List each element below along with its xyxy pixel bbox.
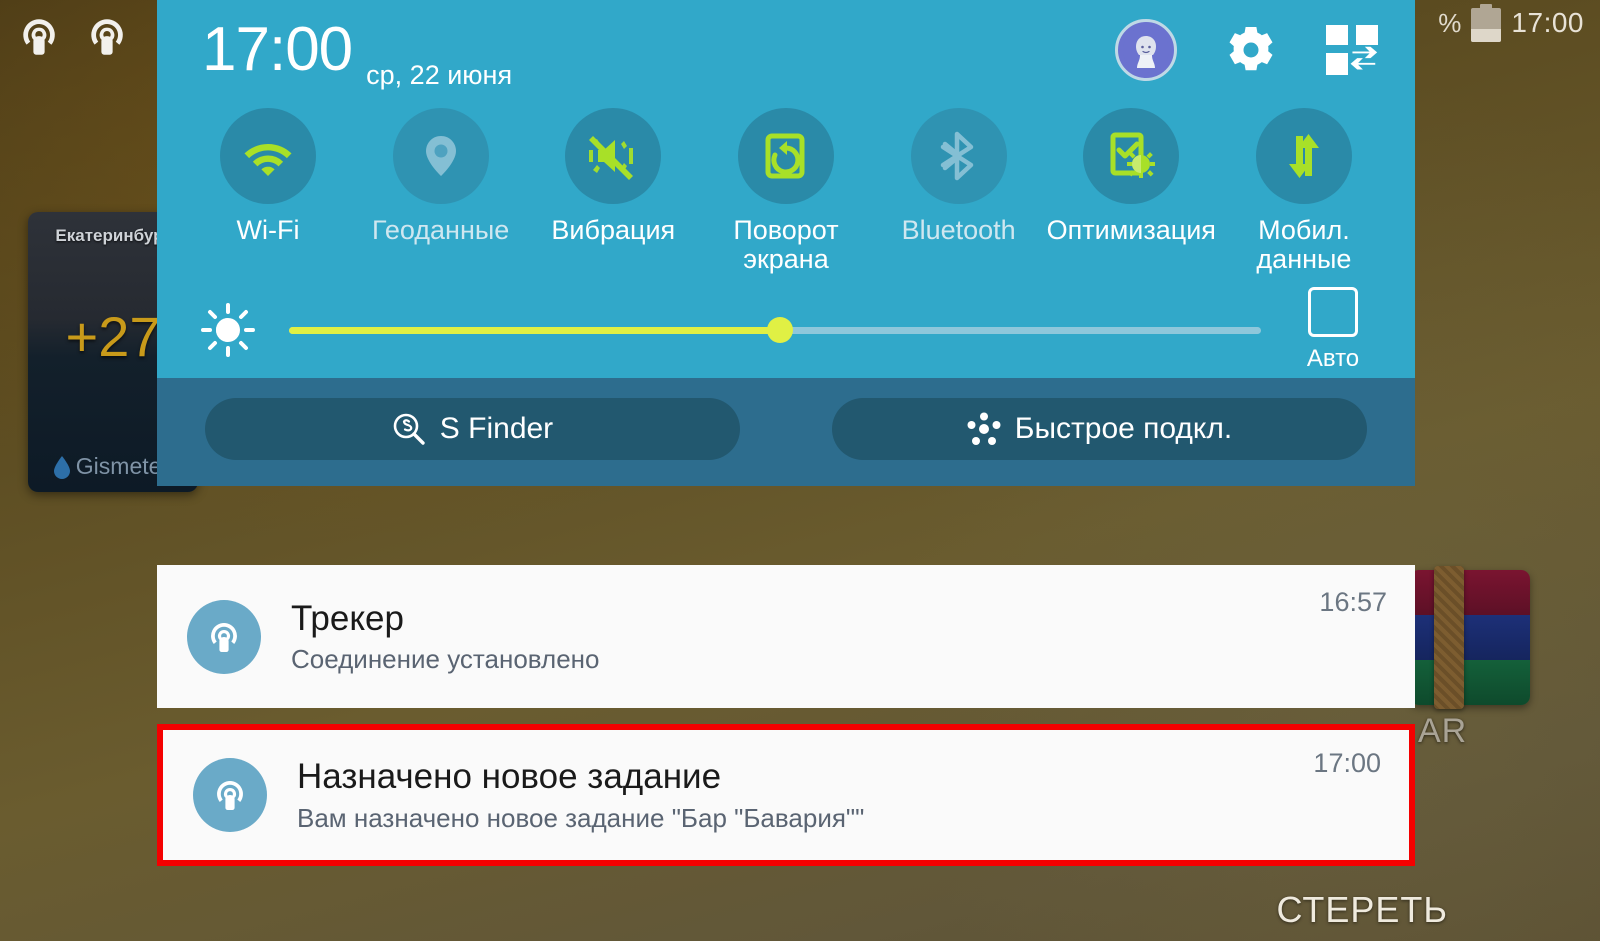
clear-notifications-button[interactable]: СТЕРЕТЬ — [1277, 889, 1448, 931]
notification-time: 16:57 — [1319, 587, 1387, 617]
rotate-icon — [765, 133, 805, 179]
gear-icon[interactable] — [1223, 22, 1279, 78]
toggle-label: Wi-Fi — [236, 215, 300, 245]
quick-settings-header: 17:00 ср, 22 июня — [157, 0, 1415, 100]
slider-thumb[interactable] — [766, 317, 793, 344]
auto-brightness-toggle[interactable]: Авто — [1287, 287, 1379, 373]
toggle-vibrate[interactable]: Вибрация — [538, 108, 688, 274]
quick-connect-icon — [967, 412, 1001, 446]
quick-settings-bottom: S Finder Быстрое подкл. — [157, 378, 1415, 487]
notification-subtitle: Вам назначено новое задание "Бар "Бавари… — [297, 802, 865, 833]
brightness-row: Авто — [157, 282, 1415, 378]
tracker-broadcast-icon — [187, 599, 261, 674]
toggle-wifi[interactable]: Wi-Fi — [193, 108, 343, 274]
toggle-label: Геоданные — [372, 215, 510, 245]
notification-title: Трекер — [291, 598, 404, 638]
tracker-broadcast-icon — [12, 8, 66, 62]
notification-item[interactable]: Трекер Соединение установлено 16:57 — [157, 565, 1415, 708]
notification-title: Назначено новое задание — [297, 757, 722, 797]
band-widget-label: AR — [1418, 712, 1468, 750]
s-finder-label: S Finder — [439, 412, 554, 446]
notification-subtitle: Соединение установлено — [291, 644, 600, 675]
vibrate-toggle-circle[interactable] — [565, 108, 662, 204]
user-avatar-icon[interactable] — [1115, 19, 1177, 81]
toggle-label: Поворот экрана — [733, 215, 839, 275]
toggle-optimization[interactable]: Оптимизация — [1047, 108, 1216, 274]
panel-date: ср, 22 июня — [366, 60, 513, 90]
tracker-broadcast-icon — [193, 758, 267, 832]
vibrate-icon — [589, 136, 634, 180]
grid-swap-icon[interactable] — [1325, 24, 1381, 76]
rotation-toggle-circle[interactable] — [737, 108, 834, 204]
bluetooth-icon — [940, 131, 973, 181]
s-finder-icon — [392, 412, 426, 446]
location-toggle-circle[interactable] — [392, 108, 489, 204]
optimize-icon — [1110, 132, 1156, 178]
water-drop-icon — [52, 455, 72, 479]
optimization-toggle-circle[interactable] — [1083, 108, 1180, 204]
panel-clock: 17:00 — [202, 15, 353, 84]
toggle-location[interactable]: Геоданные — [366, 108, 516, 274]
wifi-toggle-circle[interactable] — [220, 108, 316, 204]
mobile-data-toggle-circle[interactable] — [1255, 108, 1352, 204]
notification-item-highlighted[interactable]: Назначено новое задание Вам назначено но… — [157, 724, 1415, 866]
toggle-label: Bluetooth — [901, 215, 1016, 245]
auto-brightness-checkbox[interactable] — [1308, 287, 1358, 338]
auto-brightness-label: Авто — [1306, 345, 1360, 373]
brightness-icon — [201, 303, 255, 358]
toggle-screen-rotation[interactable]: Поворот экрана — [711, 108, 861, 274]
toggle-bluetooth[interactable]: Bluetooth — [884, 108, 1034, 274]
tracker-broadcast-icon — [80, 8, 134, 62]
location-pin-icon — [425, 136, 456, 176]
toggle-mobile-data[interactable]: Мобил. данные — [1229, 108, 1379, 274]
s-finder-button[interactable]: S Finder — [205, 398, 740, 461]
quick-settings-panel: 17:00 ср, 22 июня Wi-Fi Геоданные Вибрац… — [157, 0, 1415, 487]
quick-connect-label: Быстрое подкл. — [1014, 412, 1233, 446]
battery-percent-text: % — [1438, 7, 1462, 38]
status-bar: % 17:00 — [1438, 0, 1600, 46]
quick-connect-button[interactable]: Быстрое подкл. — [832, 398, 1367, 461]
status-bar-time: 17:00 — [1511, 7, 1584, 38]
bluetooth-toggle-circle[interactable] — [910, 108, 1007, 204]
slider-fill — [289, 326, 780, 334]
toggle-label: Оптимизация — [1046, 215, 1216, 245]
fitness-band-icon[interactable] — [1410, 566, 1530, 709]
quick-toggles-row: Wi-Fi Геоданные Вибрация Поворот экрана … — [157, 100, 1415, 274]
brightness-slider[interactable] — [289, 306, 1261, 354]
battery-icon — [1471, 4, 1502, 42]
toggle-label: Мобил. данные — [1256, 215, 1352, 275]
wifi-icon — [244, 144, 292, 176]
toggle-label: Вибрация — [551, 215, 676, 245]
quick-settings-top: 17:00 ср, 22 июня Wi-Fi Геоданные Вибрац… — [157, 0, 1415, 379]
data-arrows-icon — [1288, 134, 1319, 178]
notification-time: 17:00 — [1313, 748, 1381, 778]
home-tracker-icon-group — [12, 8, 134, 62]
